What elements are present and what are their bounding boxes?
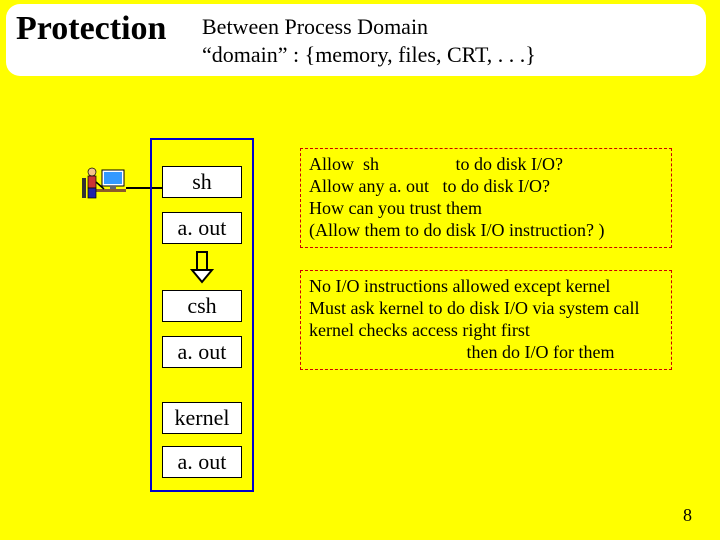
- answer-line-2: Must ask kernel to do disk I/O via syste…: [309, 297, 663, 319]
- questions-box: Allow sh to do disk I/O? Allow any a. ou…: [300, 148, 672, 248]
- subtitle-line-1: Between Process Domain: [202, 14, 428, 40]
- question-line-2: Allow any a. out to do disk I/O?: [309, 175, 663, 197]
- process-box-sh: sh: [162, 166, 242, 198]
- page-number: 8: [683, 505, 692, 526]
- question-line-3: How can you trust them: [309, 197, 663, 219]
- process-box-kernel: kernel: [162, 402, 242, 434]
- process-box-aout-3: a. out: [162, 446, 242, 478]
- process-box-aout-1: a. out: [162, 212, 242, 244]
- header-bar: Protection Between Process Domain “domai…: [6, 4, 706, 76]
- question-line-4: (Allow them to do disk I/O instruction? …: [309, 219, 663, 241]
- down-arrow-icon: [190, 250, 214, 284]
- slide-title: Protection: [16, 10, 166, 48]
- answer-line-4: then do I/O for them: [309, 341, 663, 363]
- answer-line-1: No I/O instructions allowed except kerne…: [309, 275, 663, 297]
- process-box-aout-2: a. out: [162, 336, 242, 368]
- user-at-computer-icon: [80, 158, 128, 206]
- process-box-csh: csh: [162, 290, 242, 322]
- question-line-1: Allow sh to do disk I/O?: [309, 153, 663, 175]
- answer-line-3: kernel checks access right first: [309, 319, 663, 341]
- subtitle-line-2: “domain” : {memory, files, CRT, . . .}: [202, 42, 536, 68]
- answers-box: No I/O instructions allowed except kerne…: [300, 270, 672, 370]
